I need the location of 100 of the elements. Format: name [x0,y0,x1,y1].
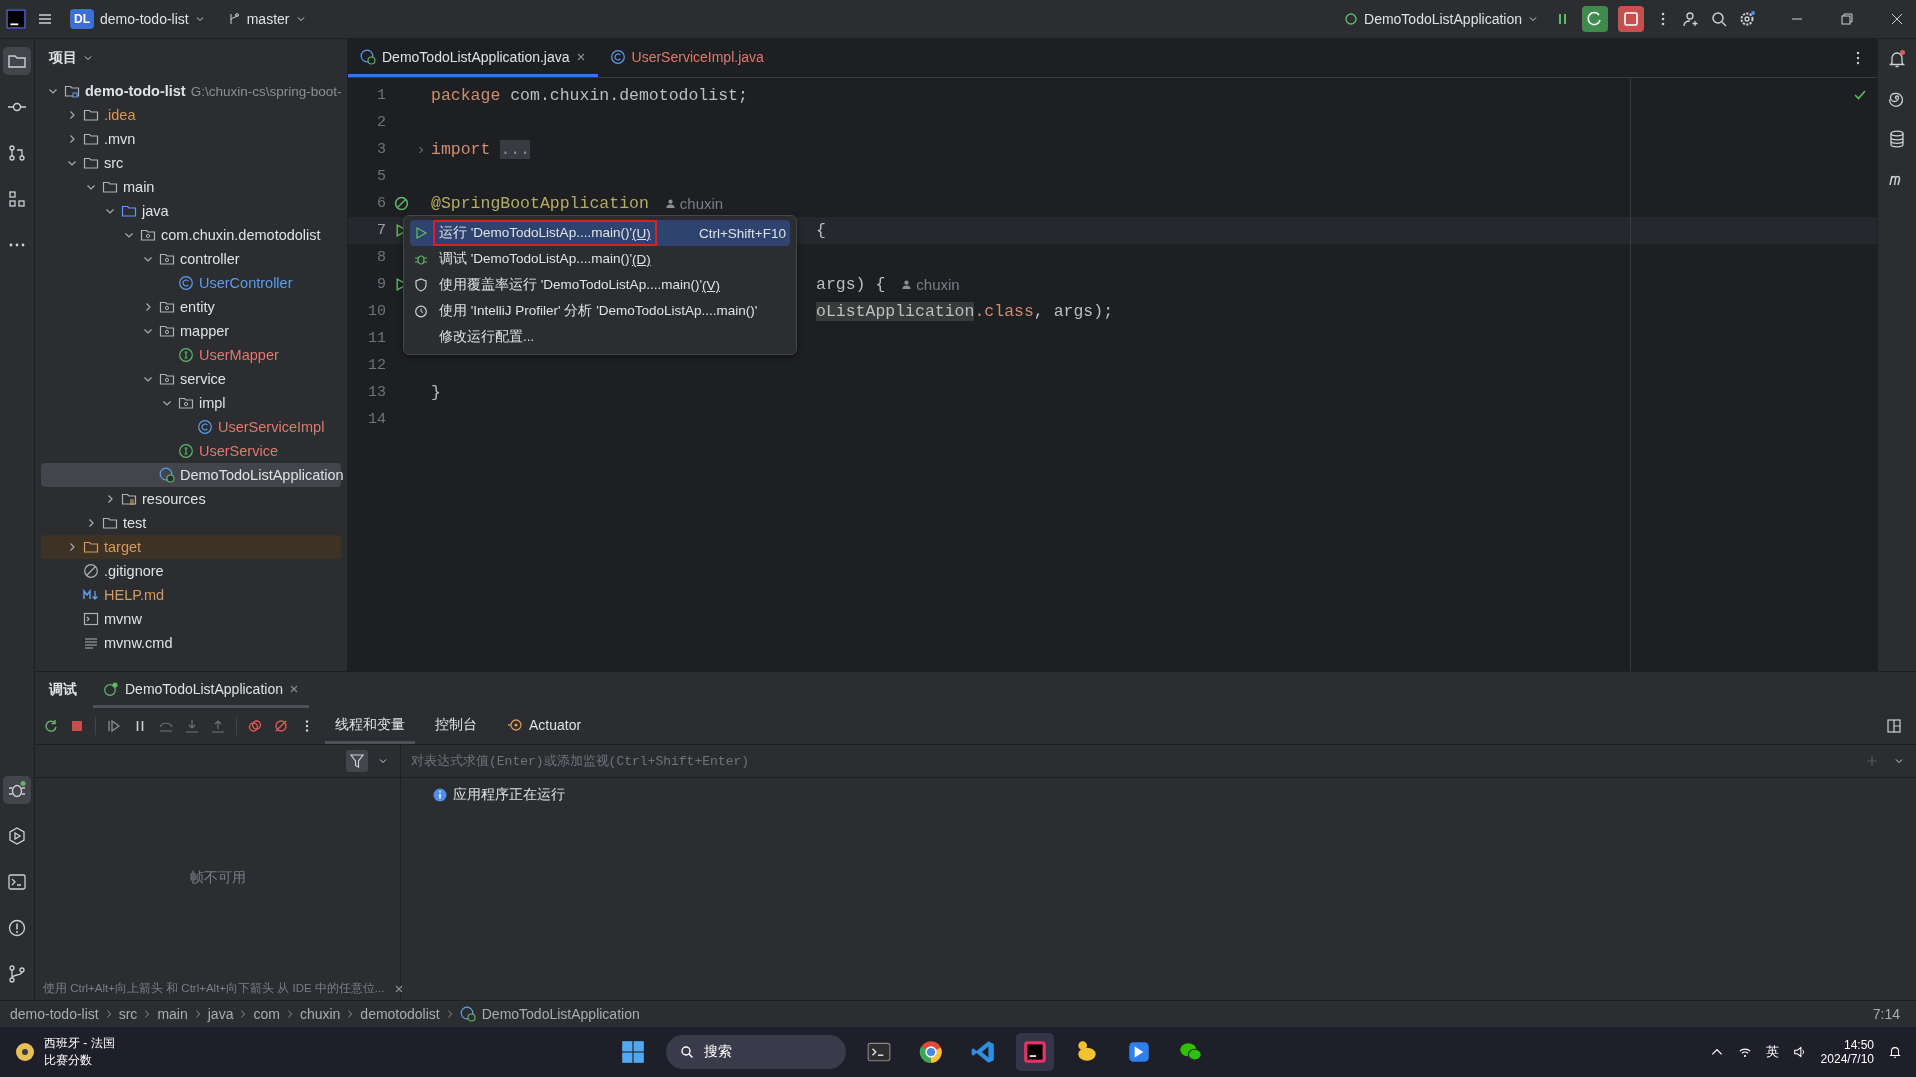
chevron-icon[interactable] [83,53,93,63]
menu-item[interactable]: 调试 'DemoTodoListAp....main()'(D) [410,246,790,272]
layout-icon[interactable] [1886,718,1902,734]
settings-icon[interactable] [1738,10,1756,28]
step-into-icon[interactable] [184,718,200,734]
weather-widget[interactable]: 西班牙 - 法国 比赛分数 [14,1035,115,1069]
branch-name: master [246,11,290,27]
bell-icon[interactable] [1888,1045,1902,1059]
tree-item[interactable]: mvnw [41,607,341,631]
taskbar-search[interactable]: 搜索 [666,1035,847,1069]
tree-item[interactable]: mvnw.cmd [41,631,341,655]
breadcrumb[interactable]: chuxin [299,1006,341,1022]
tree-item[interactable]: target [41,535,341,559]
close-icon[interactable] [394,983,405,994]
spring-app-icon [1344,12,1358,26]
filter-icon[interactable] [346,750,368,772]
package-icon [159,371,175,387]
tree-item[interactable]: DemoTodoListApplication [41,463,341,487]
tree-item[interactable]: com.chuxin.demotodolist [41,223,341,247]
menu-item[interactable]: 使用 'IntelliJ Profiler' 分析 'DemoTodoListAp....main()' [410,298,790,324]
rerun-button-icon[interactable] [1582,6,1608,32]
resume-icon[interactable] [106,718,122,734]
tree-item[interactable]: service [41,367,341,391]
tree-item[interactable]: test [41,511,341,535]
chevron-right-icon [285,1009,294,1019]
tree-item[interactable]: .mvn [41,127,341,151]
app-logo-icon[interactable] [6,9,26,29]
branch-selector[interactable]: master [220,7,312,31]
evaluate-field[interactable]: 对表达式求值(Enter)或添加监视(Ctrl+Shift+Enter) [401,745,1850,777]
editor-tab[interactable]: DemoTodoListApplication.java [348,39,598,77]
rerun-icon[interactable] [43,718,59,734]
menu-item[interactable]: 运行 'DemoTodoListAp....main()'(U) Ctrl+Shift+F10 [410,220,790,246]
breakpoints-icon[interactable] [247,718,263,734]
tree-item[interactable]: HELP.md [41,583,341,607]
bug-icon[interactable] [3,776,31,804]
tree-item[interactable]: .idea [41,103,341,127]
tree-item[interactable]: UserService [41,439,341,463]
clock[interactable]: 14:50 2024/7/10 [1820,1038,1874,1066]
search-icon[interactable] [1710,10,1728,28]
package-icon [159,323,175,339]
ide-icon[interactable] [1016,1033,1055,1071]
debug-tab[interactable]: 线程和变量 [325,708,415,744]
chevron-right-icon [104,1009,113,1019]
shortcut-label: Ctrl+Shift+F10 [698,225,786,241]
stop-button-icon[interactable] [1618,6,1644,32]
speaker-icon[interactable] [1792,1045,1807,1059]
breadcrumb[interactable]: demotodolist [360,1006,440,1022]
code-line: @SpringBootApplication chuxin [430,194,724,213]
tree-item[interactable]: mapper [41,319,341,343]
tree-item[interactable]: .gitignore [41,559,341,583]
tree-item[interactable]: resources [41,487,341,511]
mute-breakpoints-icon[interactable] [273,718,289,734]
tree-item[interactable]: entity [41,295,341,319]
line-number: 1 [376,87,386,104]
bug-icon [414,252,428,266]
tree-item[interactable]: java [41,199,341,223]
tree-item[interactable]: main [41,175,341,199]
bean-gutter-icon[interactable] [393,196,409,211]
code-line: package com.chuxin.demotodolist; [430,86,748,105]
session-tab[interactable]: DemoTodoListApplication [93,672,309,708]
menu-item[interactable]: 使用覆盖率运行 'DemoTodoListAp....main()'(V) [410,272,790,298]
code-line: } [430,383,441,402]
chevron-down-icon[interactable] [1894,756,1904,766]
line-number: 3 [376,141,386,158]
breadcrumb[interactable]: main [157,1006,188,1022]
restore-icon[interactable] [1838,10,1856,28]
folder-icon[interactable] [3,47,31,75]
breadcrumb[interactable]: demo-todo-list [10,1006,99,1022]
project-path: G:\chuxin-cs\spring-boot- [190,83,342,99]
breadcrumb[interactable]: src [118,1006,138,1022]
breadcrumb[interactable]: com [253,1006,280,1022]
project-selector[interactable]: DL demo-todo-list [64,5,211,33]
panel-title[interactable]: 项目 [49,49,77,67]
caret-position[interactable]: 7:14 [1872,1006,1900,1022]
chevron-down-icon[interactable] [378,756,388,766]
menu-item[interactable]: 修改运行配置... [410,324,790,350]
folder-icon [83,107,99,123]
debug-tab[interactable]: Actuator [497,708,592,744]
tree-item[interactable]: demo-todo-list G:\chuxin-cs\spring-boot- [41,79,341,103]
step-out-icon[interactable] [210,718,226,734]
input-method-indicator[interactable]: 英 [1765,1043,1779,1061]
close-icon[interactable] [289,683,299,694]
close-icon[interactable] [575,51,586,62]
class-icon [178,275,194,291]
debug-tab[interactable]: 控制台 [425,708,487,744]
tree-item[interactable]: UserMapper [41,343,341,367]
tree-item[interactable]: UserServiceImpl [41,415,341,439]
code-line: import ... [430,140,531,159]
tree-item[interactable]: controller [41,247,341,271]
run-config-selector[interactable]: DemoTodoListApplication [1338,7,1544,31]
tree-item[interactable]: UserController [41,271,341,295]
checkmark-icon [1853,88,1867,102]
tree-item[interactable]: impl [41,391,341,415]
stop-icon[interactable] [69,718,85,734]
breadcrumb[interactable]: DemoTodoListApplication [481,1006,640,1022]
breadcrumb[interactable]: java [207,1006,234,1022]
add-user-icon[interactable] [1682,10,1700,28]
tree-item[interactable]: src [41,151,341,175]
editor-tab[interactable]: UserServiceImpl.java [597,39,776,77]
chevron-right-icon [239,1009,248,1019]
